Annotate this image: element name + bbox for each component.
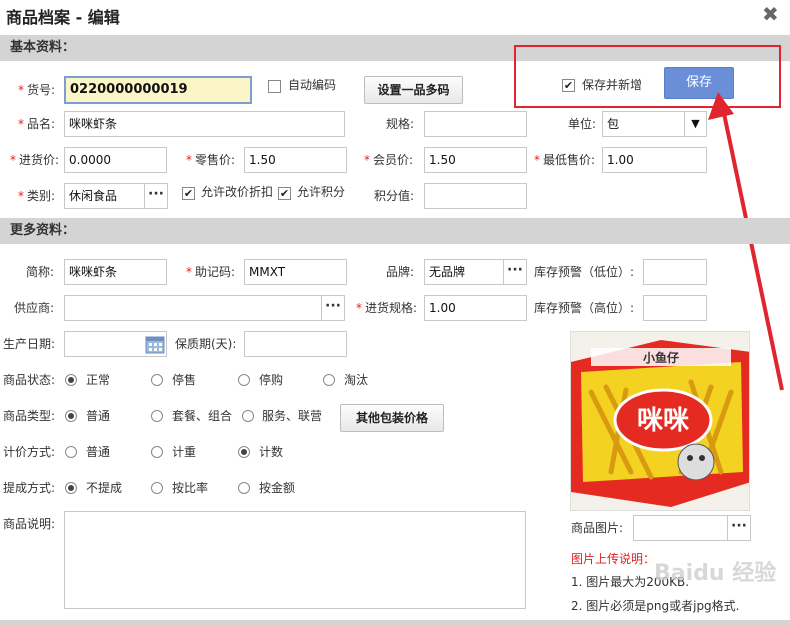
unit-label: 单位:	[568, 117, 597, 131]
type-radio-service[interactable]	[242, 410, 254, 422]
name-input[interactable]: 咪咪虾条	[64, 111, 345, 137]
calendar-icon[interactable]	[145, 334, 165, 354]
unit-value: 包	[607, 117, 620, 131]
type-radio-normal[interactable]	[65, 410, 77, 422]
status-option-normal: 正常	[86, 373, 111, 387]
code-label: * 货号:	[18, 83, 56, 97]
commission-radio-amount[interactable]	[238, 482, 250, 494]
allow-discount-label: 允许改价折扣	[201, 185, 274, 199]
pricing-option-normal: 普通	[86, 445, 111, 459]
stock-high-input[interactable]	[643, 295, 707, 321]
close-icon[interactable]: ✖	[762, 2, 779, 26]
pack-spec-input[interactable]: 1.00	[424, 295, 527, 321]
status-option-stop-purchase: 停购	[259, 373, 284, 387]
commission-option-rate: 按比率	[172, 481, 209, 495]
product-photo: 咪咪 小鱼仔	[571, 332, 749, 510]
stock-low-label: 库存预警（低位）:	[534, 265, 635, 279]
type-label: 商品类型:	[3, 409, 56, 423]
unit-select[interactable]: 包 ▼	[602, 111, 707, 137]
status-radio-stop-purchase[interactable]	[238, 374, 250, 386]
short-name-label: 简称:	[26, 265, 55, 279]
status-label: 商品状态:	[3, 373, 56, 387]
product-top-text: 小鱼仔	[643, 350, 679, 365]
category-picker-button[interactable]: ···	[144, 183, 168, 209]
stock-low-input[interactable]	[643, 259, 707, 285]
commission-radio-none[interactable]	[65, 482, 77, 494]
chevron-down-icon[interactable]: ▼	[684, 112, 706, 136]
brand-picker-button[interactable]: ···	[503, 259, 527, 285]
supplier-picker-button[interactable]: ···	[321, 295, 345, 321]
upload-note-2: 2. 图片必须是png或者jpg格式.	[571, 599, 740, 613]
purchase-price-label: * 进货价:	[10, 153, 60, 167]
points-label: 积分值:	[374, 189, 415, 203]
watermark: Baidu 经验	[654, 561, 777, 586]
image-label: 商品图片:	[571, 521, 624, 535]
description-textarea[interactable]	[64, 511, 526, 609]
brand-label: 品牌:	[386, 265, 415, 279]
mnemonic-input[interactable]: MMXT	[244, 259, 347, 285]
type-radio-combo[interactable]	[151, 410, 163, 422]
dialog-title: 商品档案 - 编辑	[6, 8, 120, 27]
supplier-label: 供应商:	[14, 301, 55, 315]
auto-code-label: 自动编码	[288, 78, 337, 92]
pack-price-button[interactable]: 其他包装价格	[340, 404, 444, 432]
code-input[interactable]: 0220000000019	[64, 76, 252, 104]
purchase-price-input[interactable]: 0.0000	[64, 147, 167, 173]
more-section-header: 更多资料：	[0, 218, 790, 244]
supplier-input[interactable]	[64, 295, 322, 321]
commission-option-amount: 按金额	[259, 481, 296, 495]
min-price-input[interactable]: 1.00	[602, 147, 707, 173]
member-price-label: * 会员价:	[364, 153, 414, 167]
allow-points-label: 允许积分	[297, 185, 346, 199]
min-price-label: * 最低售价:	[534, 153, 596, 167]
description-label: 商品说明:	[3, 517, 56, 531]
pricing-radio-weight[interactable]	[151, 446, 163, 458]
status-radio-obsolete[interactable]	[323, 374, 335, 386]
status-radio-stop-sale[interactable]	[151, 374, 163, 386]
stock-high-label: 库存预警（高位）:	[534, 301, 635, 315]
product-image: 咪咪 小鱼仔	[570, 331, 750, 511]
pricing-label: 计价方式:	[3, 445, 56, 459]
auto-code-checkbox[interactable]	[268, 80, 281, 93]
spec-label: 规格:	[386, 117, 415, 131]
pricing-option-weight: 计重	[172, 445, 197, 459]
save-new-label: 保存并新增	[582, 78, 643, 92]
status-option-stop-sale: 停售	[172, 373, 197, 387]
category-input[interactable]: 休闲食品	[64, 183, 146, 209]
product-brand-text: 咪咪	[637, 406, 689, 436]
category-label: * 类别:	[18, 189, 56, 203]
shelf-life-input[interactable]	[244, 331, 347, 357]
status-option-obsolete: 淘汰	[344, 373, 369, 387]
image-picker-button[interactable]: ···	[727, 515, 751, 541]
mnemonic-label: * 助记码:	[186, 265, 236, 279]
upload-notes-title: 图片上传说明：	[571, 552, 656, 566]
allow-points-checkbox[interactable]: ✔	[278, 187, 291, 200]
prod-date-label: 生产日期:	[3, 337, 56, 351]
pack-spec-label: * 进货规格:	[356, 301, 418, 315]
multi-code-button[interactable]: 设置一品多码	[364, 76, 463, 104]
brand-input[interactable]: 无品牌	[424, 259, 504, 285]
member-price-input[interactable]: 1.50	[424, 147, 527, 173]
save-new-checkbox[interactable]: ✔	[562, 79, 575, 92]
pricing-option-count: 计数	[259, 445, 284, 459]
retail-price-label: * 零售价:	[186, 153, 236, 167]
spec-input[interactable]	[424, 111, 527, 137]
image-input[interactable]	[633, 515, 729, 541]
allow-discount-checkbox[interactable]: ✔	[182, 187, 195, 200]
type-option-normal: 普通	[86, 409, 111, 423]
status-radio-normal[interactable]	[65, 374, 77, 386]
short-name-input[interactable]: 咪咪虾条	[64, 259, 167, 285]
pricing-radio-normal[interactable]	[65, 446, 77, 458]
commission-option-none: 不提成	[86, 481, 123, 495]
commission-label: 提成方式:	[3, 481, 56, 495]
name-label: * 品名:	[18, 117, 56, 131]
commission-radio-rate[interactable]	[151, 482, 163, 494]
points-input[interactable]	[424, 183, 527, 209]
type-option-combo: 套餐、组合	[172, 409, 233, 423]
bottom-border	[0, 620, 790, 625]
retail-price-input[interactable]: 1.50	[244, 147, 347, 173]
type-option-service: 服务、联营	[262, 409, 323, 423]
shelf-life-label: 保质期(天):	[175, 337, 237, 351]
pricing-radio-count[interactable]	[238, 446, 250, 458]
